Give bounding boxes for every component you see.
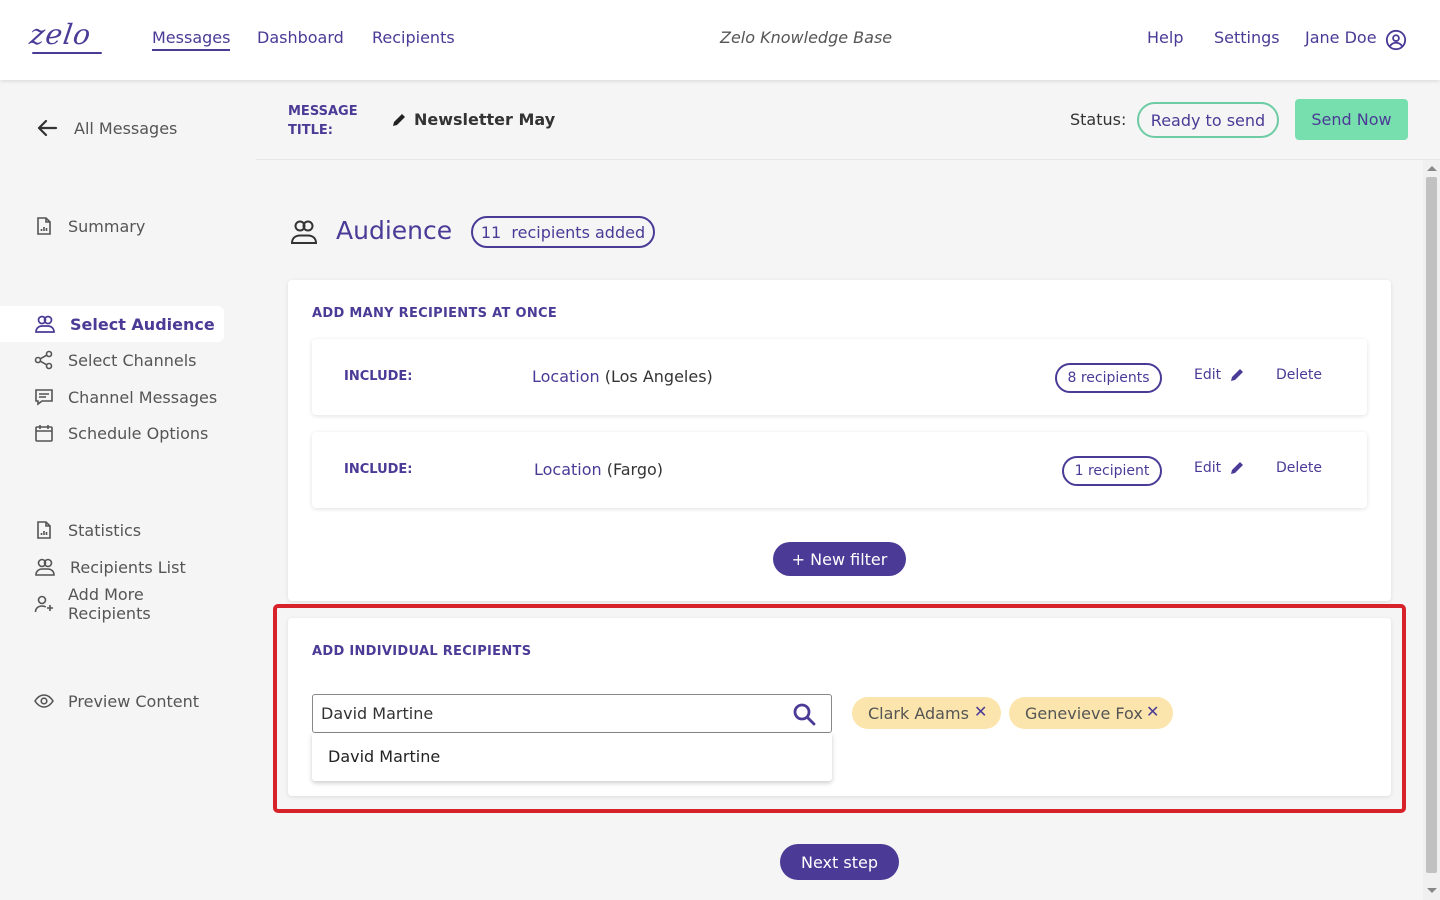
nav-dashboard[interactable]: Dashboard — [257, 28, 344, 47]
filter-value: (Los Angeles) — [599, 367, 713, 386]
edit-label: Edit — [1194, 460, 1222, 476]
recipients-added-badge: 11 recipients added — [471, 216, 655, 248]
logo-underline — [32, 52, 102, 54]
sidebar-label: Select Audience — [70, 314, 215, 334]
user-account-icon[interactable] — [1385, 29, 1407, 51]
pencil-icon — [1231, 369, 1244, 381]
user-name[interactable]: Jane Doe — [1305, 28, 1377, 47]
add-individual-recipients-card: ADD INDIVIDUAL RECIPIENTS David Martine … — [288, 618, 1391, 796]
nav-settings[interactable]: Settings — [1214, 28, 1280, 47]
nav-messages[interactable]: Messages — [152, 28, 231, 51]
back-label: All Messages — [74, 118, 178, 138]
new-filter-button[interactable]: + New filter — [773, 542, 906, 576]
filter-key: Location — [532, 367, 600, 386]
people-icon — [35, 315, 55, 333]
include-label: INCLUDE: — [344, 369, 413, 384]
sidebar-label: Summary — [68, 216, 146, 236]
sidebar-label: Schedule Options — [68, 423, 209, 443]
filter-location: Location (Los Angeles) — [532, 367, 713, 386]
send-now-button[interactable]: Send Now — [1295, 99, 1408, 140]
recipient-chip: Clark Adams ✕ — [852, 697, 1001, 729]
top-navigation: ZELO Messages Dashboard Recipients Zelo … — [0, 0, 1440, 80]
add-many-recipients-card: ADD MANY RECIPIENTS AT ONCE INCLUDE: Loc… — [288, 280, 1391, 601]
sidebar-item-schedule-options[interactable]: Schedule Options — [0, 415, 224, 451]
sidebar-item-summary[interactable]: Summary — [0, 208, 224, 244]
share-icon — [34, 350, 53, 370]
remove-chip-icon[interactable]: ✕ — [974, 703, 987, 721]
pencil-icon — [393, 113, 405, 126]
message-title[interactable]: Newsletter May — [392, 110, 555, 129]
filter-value: (Fargo) — [601, 460, 664, 479]
report-icon — [37, 217, 51, 235]
knowledge-base-link[interactable]: Zelo Knowledge Base — [720, 28, 892, 47]
sidebar-label: Statistics — [68, 520, 142, 540]
sidebar-item-statistics[interactable]: Statistics — [0, 512, 224, 548]
search-suggestions-dropdown: David Martine — [312, 733, 832, 781]
remove-chip-icon[interactable]: ✕ — [1146, 703, 1159, 721]
sidebar-label: Recipients List — [70, 557, 186, 577]
next-step-button[interactable]: Next step — [780, 844, 899, 880]
filter-row: INCLUDE: Location (Fargo) 1 recipient Ed… — [312, 432, 1367, 508]
back-to-all-messages[interactable]: All Messages — [36, 118, 177, 138]
edit-filter-button[interactable]: Edit — [1194, 367, 1245, 383]
sidebar-item-preview-content[interactable]: Preview Content — [0, 683, 224, 719]
zelo-logo[interactable]: ZELO — [28, 18, 94, 51]
sidebar-item-add-more-recipients[interactable]: Add More Recipients — [0, 585, 224, 623]
search-icon[interactable] — [792, 702, 816, 726]
edit-filter-button[interactable]: Edit — [1194, 460, 1245, 476]
scrollbar-thumb[interactable] — [1426, 177, 1437, 873]
nav-recipients[interactable]: Recipients — [372, 28, 455, 47]
filter-location: Location (Fargo) — [534, 460, 663, 479]
message-title-label: MESSAGE TITLE: — [288, 104, 358, 138]
recipient-count-badge: 8 recipients — [1055, 363, 1162, 393]
card-heading: ADD INDIVIDUAL RECIPIENTS — [312, 644, 532, 659]
audience-title: Audience — [336, 216, 453, 245]
message-icon — [35, 389, 53, 406]
recipient-search-box — [312, 694, 832, 733]
message-header: MESSAGE TITLE: Newsletter May Status: Re… — [256, 80, 1440, 160]
people-icon — [35, 558, 55, 576]
scroll-down-arrow[interactable] — [1427, 888, 1437, 893]
message-title-text: Newsletter May — [414, 110, 556, 129]
delete-filter-button[interactable]: Delete — [1276, 367, 1322, 383]
suggestion-item[interactable]: David Martine — [328, 747, 440, 766]
sidebar-label: Add More Recipients — [68, 585, 151, 623]
recipient-chip: Genevieve Fox ✕ — [1009, 697, 1173, 729]
status-badge: Ready to send — [1137, 102, 1279, 138]
sidebar-item-channel-messages[interactable]: Channel Messages — [0, 379, 224, 415]
edit-label: Edit — [1194, 367, 1222, 383]
recipient-count-badge: 1 recipient — [1062, 456, 1162, 486]
calendar-icon — [35, 425, 53, 442]
people-icon — [290, 220, 318, 244]
sidebar-item-recipients-list[interactable]: Recipients List — [0, 549, 224, 585]
sidebar: All Messages Summary Select Audience Sel… — [0, 80, 256, 900]
recipient-search-input[interactable] — [321, 695, 781, 732]
sidebar-item-select-channels[interactable]: Select Channels — [0, 342, 224, 378]
sidebar-label: Channel Messages — [68, 387, 218, 407]
sidebar-item-select-audience[interactable]: Select Audience — [0, 306, 224, 342]
delete-filter-button[interactable]: Delete — [1276, 460, 1322, 476]
chip-label: Genevieve Fox — [1025, 703, 1143, 723]
sidebar-label: Select Channels — [68, 350, 197, 370]
scroll-up-arrow[interactable] — [1427, 166, 1437, 171]
filter-row: INCLUDE: Location (Los Angeles) 8 recipi… — [312, 339, 1367, 415]
add-user-icon — [34, 595, 53, 613]
status-label: Status: — [1070, 110, 1127, 129]
arrow-left-icon — [37, 119, 58, 137]
report-icon — [37, 521, 51, 539]
include-label: INCLUDE: — [344, 462, 413, 477]
card-heading: ADD MANY RECIPIENTS AT ONCE — [312, 306, 558, 321]
filter-key: Location — [534, 460, 602, 479]
sidebar-label: Preview Content — [68, 691, 199, 711]
eye-icon — [34, 694, 54, 708]
nav-help[interactable]: Help — [1147, 28, 1183, 47]
pencil-icon — [1231, 462, 1244, 474]
chip-label: Clark Adams — [868, 703, 969, 723]
